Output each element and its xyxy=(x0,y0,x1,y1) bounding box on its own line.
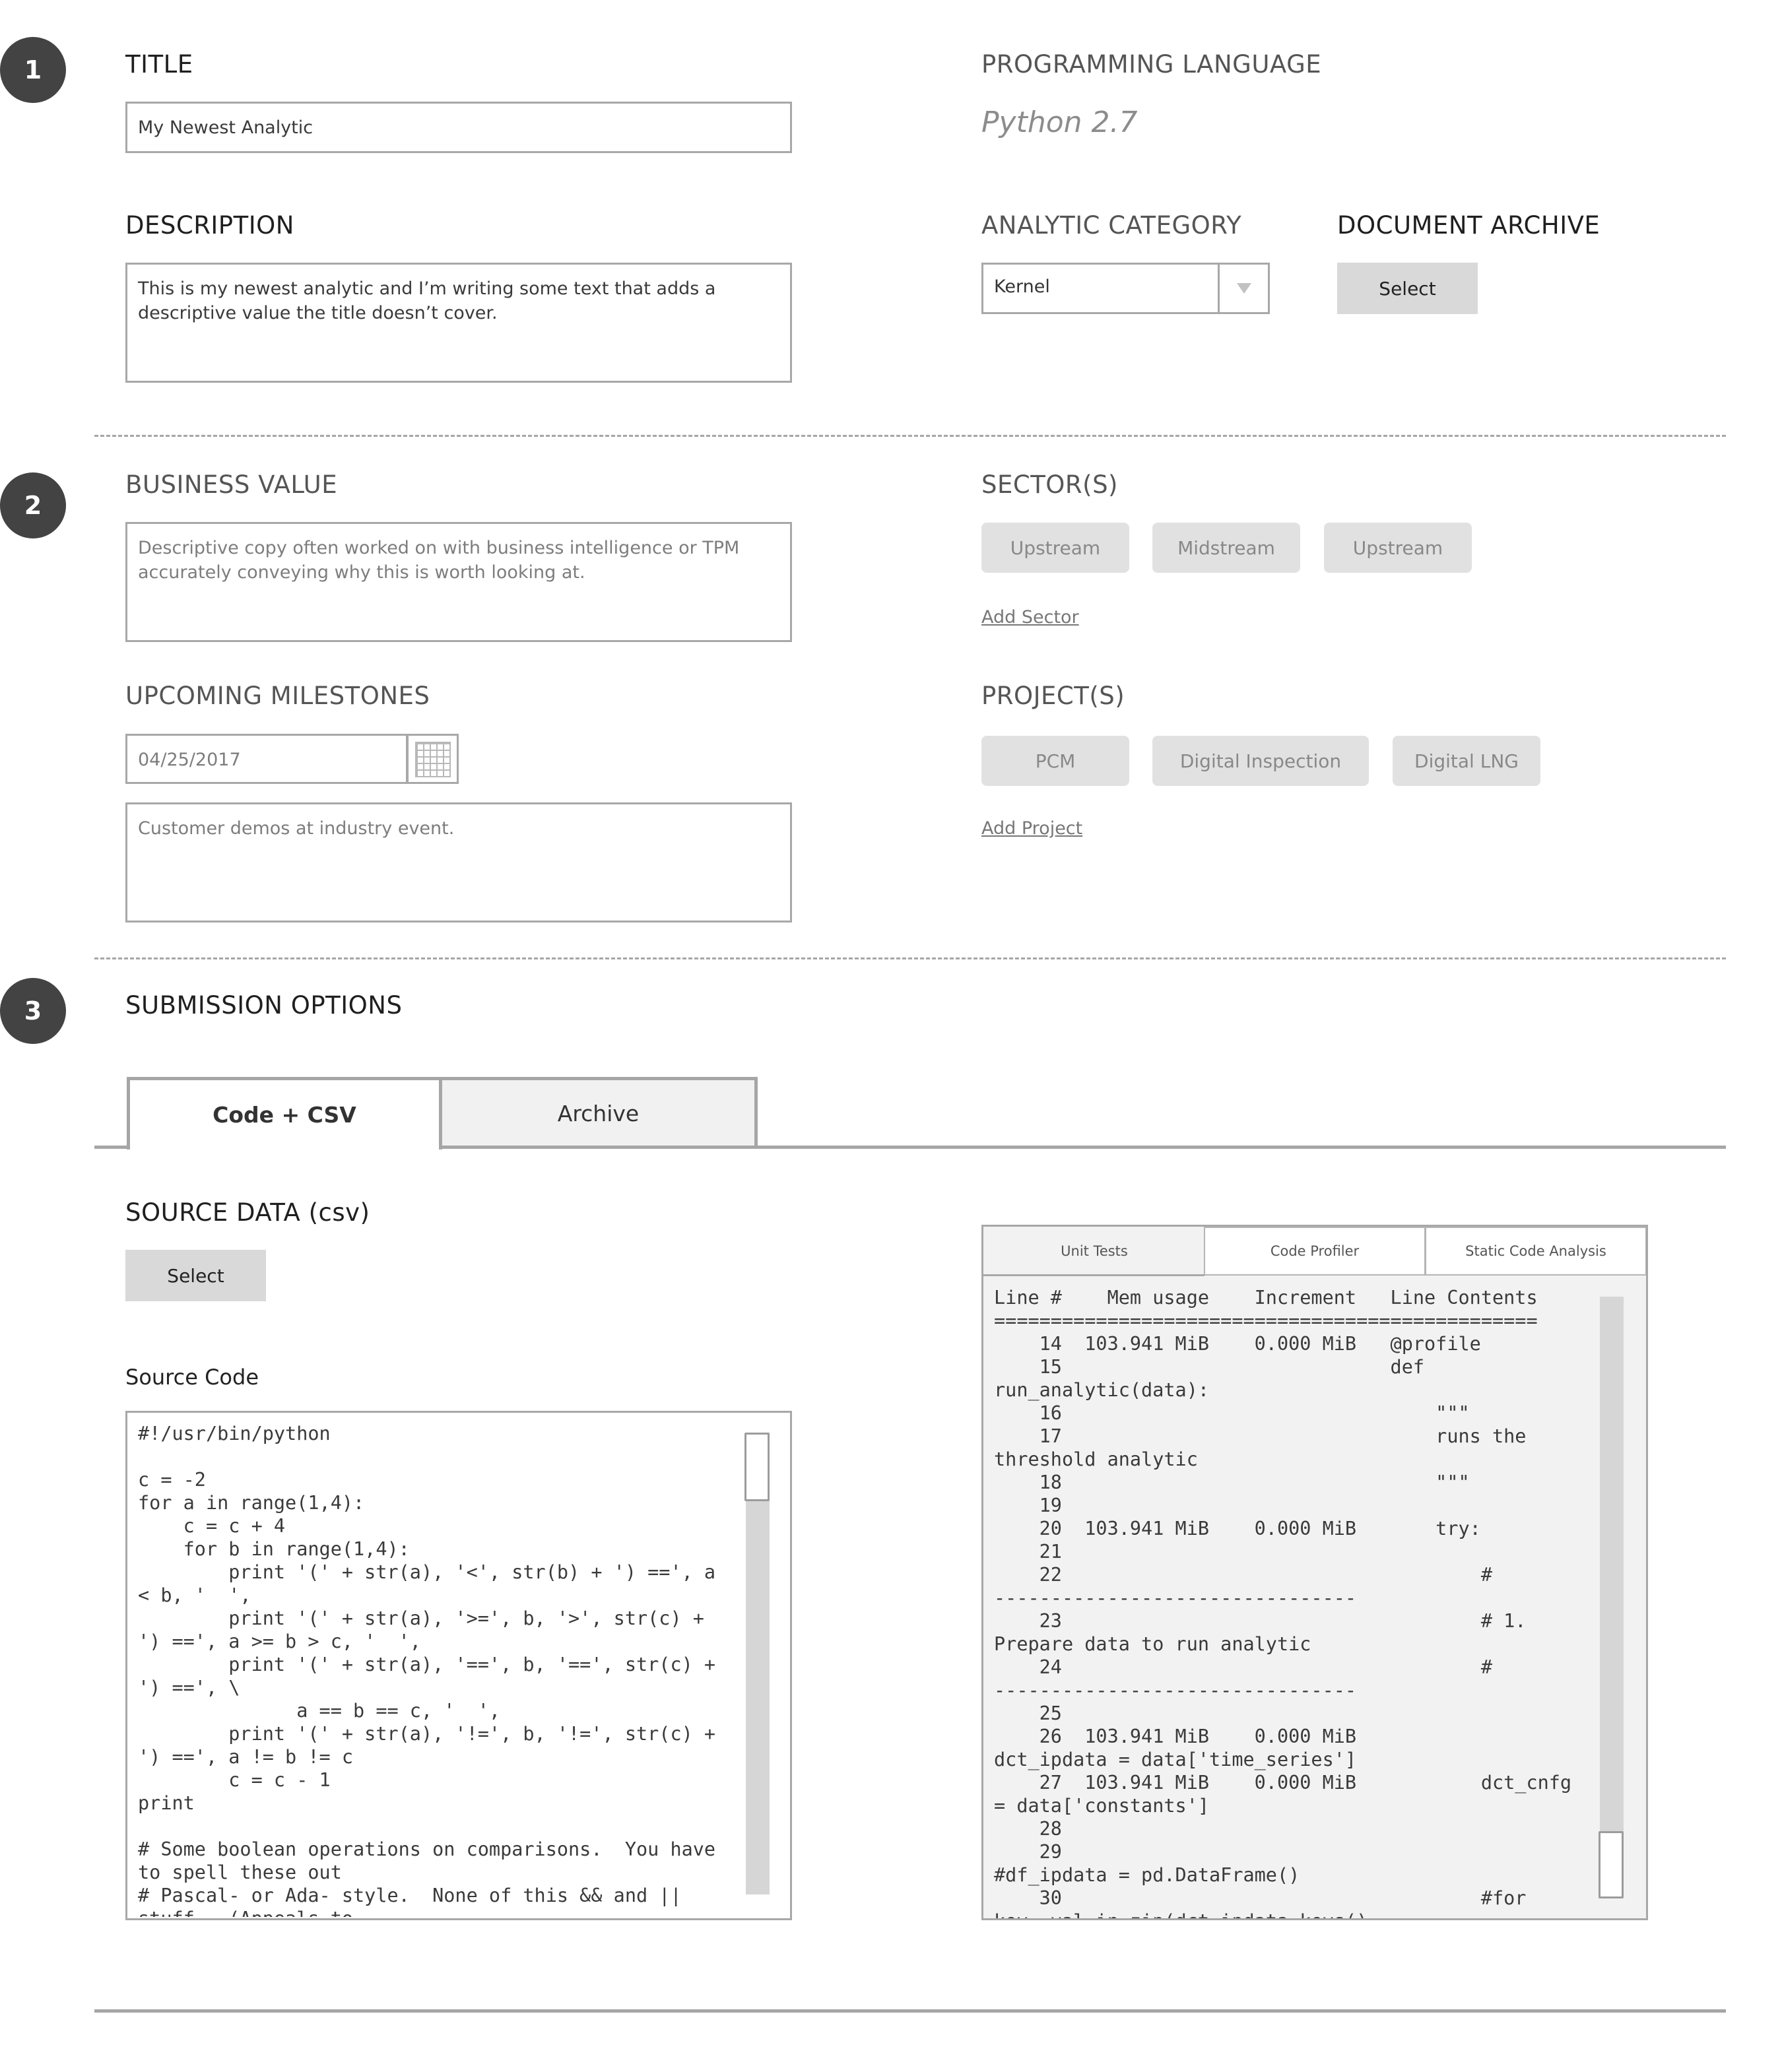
source-code-editor[interactable]: #!/usr/bin/python c = -2 for a in range(… xyxy=(125,1411,792,1920)
tab-unit-tests[interactable]: Unit Tests xyxy=(983,1227,1205,1276)
analytic-category-value: Kernel xyxy=(994,276,1050,297)
projects-label: PROJECT(S) xyxy=(981,682,1125,710)
tab-code-csv[interactable]: Code + CSV xyxy=(127,1077,442,1149)
chevron-down-icon[interactable] xyxy=(1237,283,1251,294)
description-input[interactable]: This is my newest analytic and I’m writi… xyxy=(125,263,792,383)
upcoming-milestones-label: UPCOMING MILESTONES xyxy=(125,682,430,710)
profiler-scroll-thumb[interactable] xyxy=(1599,1831,1624,1898)
sector-chip-upstream[interactable]: Upstream xyxy=(981,523,1129,573)
programming-language-value: Python 2.7 xyxy=(981,106,1138,139)
business-value-input[interactable]: Descriptive copy often worked on with bu… xyxy=(125,522,792,642)
title-input[interactable]: My Newest Analytic xyxy=(125,102,792,153)
footer-line xyxy=(94,2009,1726,2013)
milestone-description-input[interactable]: Customer demos at industry event. xyxy=(125,802,792,923)
milestone-date-input[interactable]: 04/25/2017 xyxy=(125,734,408,784)
title-label: TITLE xyxy=(125,50,193,79)
description-label: DESCRIPTION xyxy=(125,211,294,240)
source-data-select-button[interactable]: Select xyxy=(125,1250,266,1301)
code-results-panel: Unit Tests Code Profiler Static Code Ana… xyxy=(981,1225,1648,1920)
document-archive-select-button[interactable]: Select xyxy=(1337,263,1478,314)
profiler-scrollbar[interactable] xyxy=(1600,1297,1624,1897)
sectors-label: SECTOR(S) xyxy=(981,470,1118,499)
source-code-label: Source Code xyxy=(125,1365,259,1390)
source-data-label: SOURCE DATA (csv) xyxy=(125,1198,370,1227)
results-tab-line xyxy=(983,1274,1204,1276)
add-project-link[interactable]: Add Project xyxy=(981,818,1082,839)
project-chip-digital-lng[interactable]: Digital LNG xyxy=(1393,736,1540,786)
project-chip-pcm[interactable]: PCM xyxy=(981,736,1129,786)
project-chip-digital-inspection[interactable]: Digital Inspection xyxy=(1152,736,1369,786)
programming-language-label: PROGRAMMING LANGUAGE xyxy=(981,50,1322,79)
sector-chip-midstream[interactable]: Midstream xyxy=(1152,523,1300,573)
sector-chip-upstream-2[interactable]: Upstream xyxy=(1324,523,1472,573)
calendar-button[interactable] xyxy=(407,734,459,784)
tab-static-code-analysis[interactable]: Static Code Analysis xyxy=(1425,1227,1646,1276)
step-1-badge: 1 xyxy=(0,37,66,103)
profiler-output-text: Line # Mem usage Increment Line Contents… xyxy=(994,1287,1572,1918)
business-value-label: BUSINESS VALUE xyxy=(125,470,338,499)
add-sector-link[interactable]: Add Sector xyxy=(981,607,1079,628)
source-code-scrollbar[interactable] xyxy=(746,1433,770,1894)
tab-code-profiler[interactable]: Code Profiler xyxy=(1204,1227,1426,1276)
tab-archive[interactable]: Archive xyxy=(442,1077,758,1147)
analytic-category-label: ANALYTIC CATEGORY xyxy=(981,211,1242,240)
submission-options-label: SUBMISSION OPTIONS xyxy=(125,991,403,1020)
document-archive-label: DOCUMENT ARCHIVE xyxy=(1337,211,1600,240)
calendar-icon xyxy=(415,742,451,777)
step-2-badge: 2 xyxy=(0,472,66,538)
analytic-category-select[interactable]: Kernel xyxy=(981,263,1270,314)
step-3-badge: 3 xyxy=(0,978,66,1044)
select-divider xyxy=(1218,265,1220,312)
section-divider-2 xyxy=(94,957,1726,959)
section-divider-1 xyxy=(94,435,1726,437)
source-code-text[interactable]: #!/usr/bin/python c = -2 for a in range(… xyxy=(138,1422,732,1917)
source-code-scroll-thumb[interactable] xyxy=(744,1433,770,1501)
